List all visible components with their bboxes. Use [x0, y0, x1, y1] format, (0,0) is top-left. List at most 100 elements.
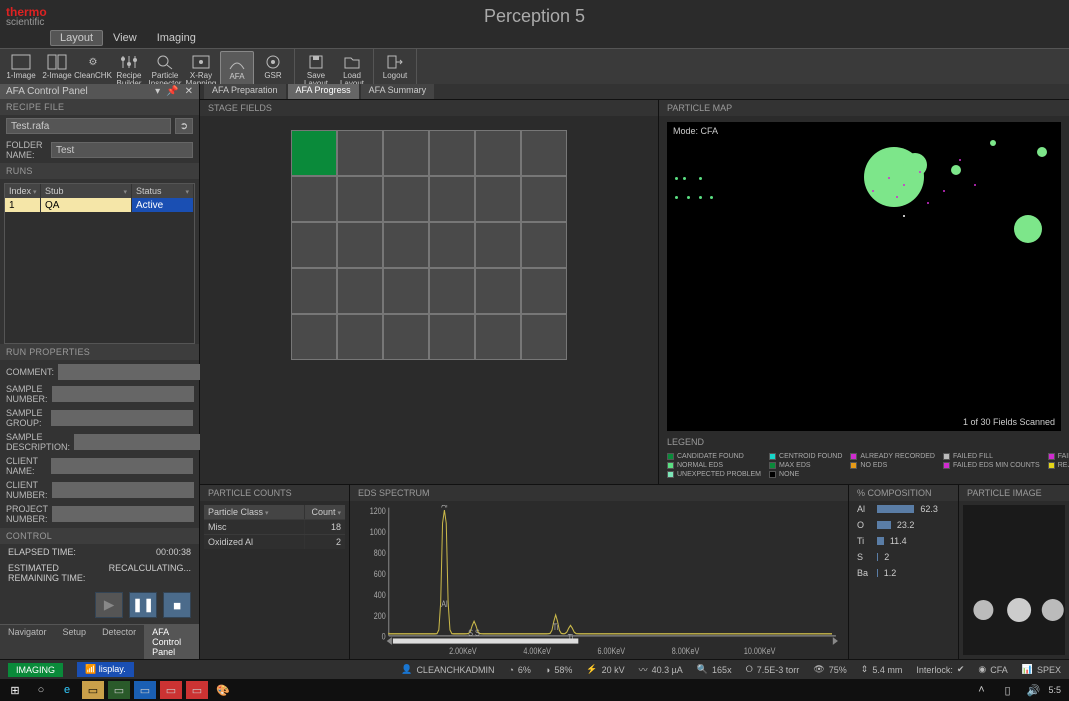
clock[interactable]: 5:5: [1048, 685, 1065, 695]
filter-icon[interactable]: [121, 186, 127, 196]
play-button[interactable]: ▶: [95, 592, 123, 618]
pause-button[interactable]: ❚❚: [129, 592, 157, 618]
panel-title: AFA Control Panel: [6, 86, 88, 97]
legend-item: NO EDS: [850, 462, 935, 469]
gauge-icon: ◑: [545, 665, 550, 675]
filter-icon[interactable]: [335, 507, 341, 517]
comp-hdr: % COMPOSITION: [849, 485, 958, 501]
map-mode: Mode: CFA: [673, 126, 718, 136]
svg-text:Al: Al: [441, 599, 448, 609]
tab-navigator[interactable]: Navigator: [0, 625, 55, 659]
edge-icon[interactable]: e: [56, 681, 78, 699]
menu-imaging[interactable]: Imaging: [147, 30, 206, 46]
search-icon: 🔍: [697, 664, 708, 675]
app-icon[interactable]: ▭: [186, 681, 208, 699]
menu-layout[interactable]: Layout: [50, 30, 103, 46]
play-icon: ▶: [104, 597, 114, 613]
tray-network-icon[interactable]: ▯: [996, 681, 1018, 699]
filter-icon[interactable]: [31, 186, 37, 196]
gear-icon: ⚙: [82, 53, 104, 71]
tab-afa-control[interactable]: AFA Control Panel: [144, 625, 199, 659]
particle-image: [963, 505, 1065, 655]
legend-item: CENTROID FOUND: [769, 453, 842, 460]
svg-text:1200: 1200: [370, 506, 386, 516]
stage-grid[interactable]: [200, 116, 658, 484]
table-row[interactable]: 1 QA Active: [5, 198, 194, 212]
gauge-icon: ◔: [508, 665, 513, 675]
stop-button[interactable]: ■: [163, 592, 191, 618]
client-number-input[interactable]: [52, 482, 194, 498]
tray-sound-icon[interactable]: 🔊: [1022, 681, 1044, 699]
svg-text:800: 800: [374, 548, 386, 558]
paint-icon[interactable]: 🎨: [212, 681, 234, 699]
tab-afa-summary[interactable]: AFA Summary: [361, 84, 435, 99]
menu-bar: Layout View Imaging: [0, 28, 1069, 48]
spectrum-chart[interactable]: 0200400600800100012002.00KeV4.00KeV6.00K…: [358, 505, 840, 659]
pin2-icon[interactable]: 📌: [166, 86, 178, 97]
sample-group-input[interactable]: [51, 410, 193, 426]
open-icon: [341, 53, 363, 71]
recipe-browse-button[interactable]: ➲: [175, 118, 193, 134]
status-display[interactable]: 📶 lisplay.: [77, 662, 134, 677]
spectrum-hdr: EDS SPECTRUM: [350, 485, 848, 501]
remaining-value: RECALCULATING...: [109, 563, 191, 583]
close-icon[interactable]: ✕: [185, 86, 193, 97]
svg-text:0: 0: [382, 632, 386, 642]
runs-hdr: RUNS: [0, 163, 199, 179]
app-icon[interactable]: ▭: [134, 681, 156, 699]
comment-input[interactable]: [58, 364, 200, 380]
tray-chevron-icon[interactable]: ˄: [970, 681, 992, 699]
pressure-icon: ⭘: [746, 664, 753, 675]
pin-icon[interactable]: ▾: [155, 86, 160, 97]
svg-text:Al: Al: [441, 505, 448, 510]
status-imaging[interactable]: IMAGING: [8, 663, 63, 677]
client-name-input[interactable]: [51, 458, 193, 474]
filter-icon[interactable]: [183, 186, 189, 196]
particle-map[interactable]: Mode: CFA 1 of 30 Fields Scanned: [667, 122, 1061, 431]
col-status: Status: [132, 184, 194, 198]
sample-desc-input[interactable]: [74, 434, 216, 450]
table-row[interactable]: Oxidized Al2: [204, 534, 345, 549]
svg-text:200: 200: [374, 611, 386, 621]
tab-afa-prep[interactable]: AFA Preparation: [204, 84, 286, 99]
legend-item: FAILED EDS MIN COUNTS: [943, 462, 1040, 469]
explorer-icon[interactable]: ▭: [82, 681, 104, 699]
elapsed-value: 00:00:38: [156, 547, 191, 557]
workspace-tabs: AFA Preparation AFA Progress AFA Summary: [200, 84, 1069, 100]
start-button[interactable]: ⊞: [4, 681, 26, 699]
svg-text:Ti: Ti: [553, 622, 559, 632]
table-row[interactable]: Misc18: [204, 519, 345, 534]
spex-icon: 📊: [1022, 664, 1033, 675]
runs-table[interactable]: Index Stub Status 1 QA Active: [4, 183, 195, 344]
search-button[interactable]: ○: [30, 681, 52, 699]
svg-text:8.00KeV: 8.00KeV: [672, 646, 700, 656]
app-icon[interactable]: ▭: [160, 681, 182, 699]
sample-number-input[interactable]: [52, 386, 194, 402]
legend-item: NORMAL EDS: [667, 462, 761, 469]
save-icon: [305, 53, 327, 71]
stage-hdr: STAGE FIELDS: [200, 100, 658, 116]
project-number-input[interactable]: [52, 506, 194, 522]
tab-afa-progress[interactable]: AFA Progress: [288, 84, 359, 99]
legend-item: REJECTED BY RULE: [1048, 462, 1069, 469]
wifi-icon: 📶: [85, 664, 99, 674]
app-icon[interactable]: ▭: [108, 681, 130, 699]
svg-text:1000: 1000: [370, 527, 386, 537]
brand-area: thermo scientific: [0, 0, 1069, 28]
map-scan-status: 1 of 30 Fields Scanned: [963, 417, 1055, 427]
filter-icon[interactable]: [263, 507, 269, 517]
menu-view[interactable]: View: [103, 30, 147, 46]
tab-setup[interactable]: Setup: [55, 625, 95, 659]
check-icon: ✔: [957, 664, 965, 675]
svg-text:400: 400: [374, 590, 386, 600]
counts-hdr: PARTICLE COUNTS: [200, 485, 349, 501]
image-icon: [10, 53, 32, 71]
status-bar: IMAGING 📶 lisplay. 👤CLEANCHKADMIN ◔6% ◑5…: [0, 659, 1069, 679]
pause-icon: ❚❚: [132, 597, 154, 613]
tab-detector[interactable]: Detector: [94, 625, 144, 659]
windows-taskbar: ⊞ ○ e ▭ ▭ ▭ ▭ ▭ 🎨 ˄ ▯ 🔊 5:5: [0, 679, 1069, 701]
folder-input[interactable]: [51, 142, 193, 158]
svg-text:10.00KeV: 10.00KeV: [744, 646, 776, 656]
recipe-file-input[interactable]: [6, 118, 171, 134]
split-icon: [46, 53, 68, 71]
